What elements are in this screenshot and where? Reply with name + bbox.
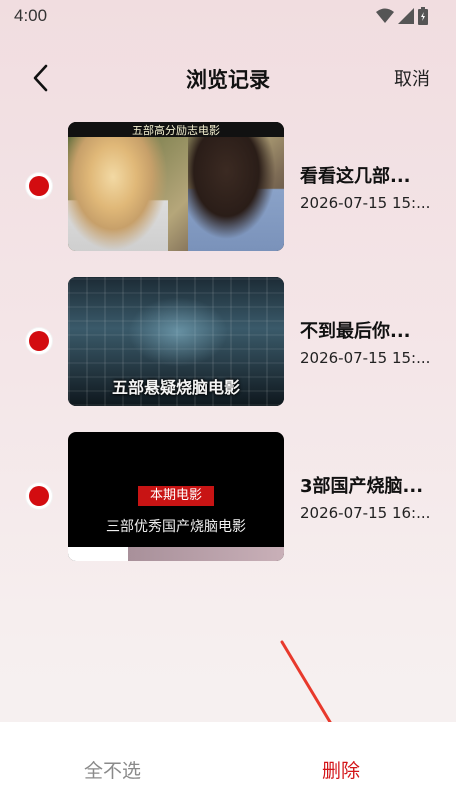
item-date: 2026-07-15 15:... [300, 349, 431, 367]
bottom-action-bar: 全不选 删除 [0, 722, 456, 811]
history-item[interactable]: 五部高分励志电影 看看这几部... 2026-07-15 15:... [0, 118, 456, 273]
item-date: 2026-07-15 15:... [300, 194, 431, 212]
thumbnail-figure [68, 137, 168, 251]
item-date: 2026-07-15 16:... [300, 504, 431, 522]
signal-icon [398, 8, 414, 24]
delete-button[interactable]: 删除 [322, 756, 360, 783]
selection-radio[interactable] [26, 173, 52, 199]
selection-radio[interactable] [26, 483, 52, 509]
battery-icon [418, 7, 428, 25]
history-item[interactable]: 五部悬疑烧脑电影 不到最后你... 2026-07-15 15:... [0, 273, 456, 428]
status-time: 4:00 [14, 6, 48, 25]
thumbnail-caption: 五部悬疑烧脑电影 [111, 378, 240, 397]
thumbnail-progress-strip [68, 547, 284, 561]
thumbnail-figure [188, 137, 284, 251]
item-title: 不到最后你... [300, 321, 411, 342]
select-none-button[interactable]: 全不选 [84, 756, 141, 783]
video-thumbnail[interactable]: 五部高分励志电影 [68, 122, 284, 251]
video-thumbnail[interactable]: 五部悬疑烧脑电影 [68, 277, 284, 406]
page-title: 浏览记录 [186, 68, 270, 92]
item-title: 3部国产烧脑... [300, 476, 424, 497]
cancel-button[interactable]: 取消 [394, 65, 430, 91]
thumbnail-caption: 三部优秀国产烧脑电影 [106, 519, 246, 535]
wifi-icon [376, 8, 394, 23]
status-bar: 4:00 [0, 0, 456, 32]
thumbnail-caption: 五部高分励志电影 [132, 124, 220, 137]
history-list: 五部高分励志电影 看看这几部... 2026-07-15 15:... 五部悬疑… [0, 118, 456, 583]
thumbnail-label: 本期电影 [138, 486, 214, 506]
header: 浏览记录 取消 [0, 52, 456, 108]
history-item[interactable]: 本期电影 三部优秀国产烧脑电影 3部国产烧脑... 2026-07-15 16:… [0, 428, 456, 583]
item-title: 看看这几部... [300, 166, 411, 187]
selection-radio[interactable] [26, 328, 52, 354]
thumbnail-glow [128, 297, 228, 367]
status-icons [376, 7, 428, 25]
video-thumbnail[interactable]: 本期电影 三部优秀国产烧脑电影 [68, 432, 284, 561]
